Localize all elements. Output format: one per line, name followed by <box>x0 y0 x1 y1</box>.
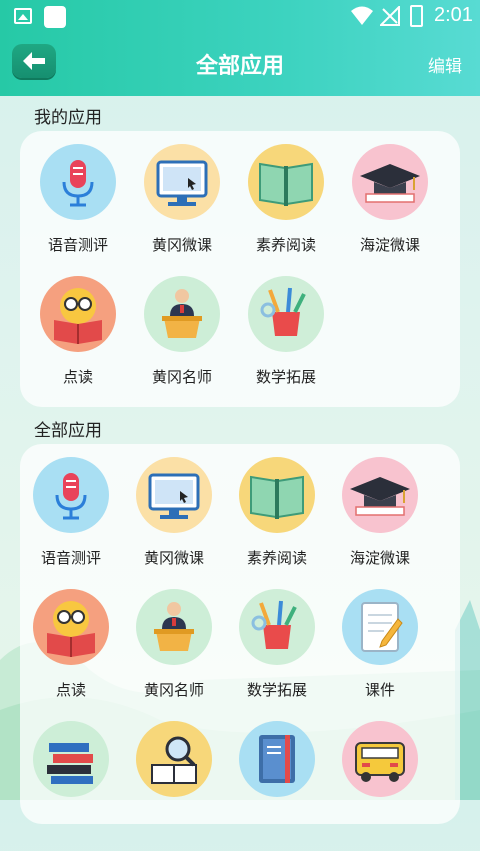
app-label: 数学拓展 <box>246 681 307 699</box>
app-icon-circle <box>136 457 212 533</box>
app-label: 海淀微课 <box>359 236 420 254</box>
monitor-icon <box>148 473 200 519</box>
app-tile[interactable]: 语音测评 <box>26 144 130 274</box>
app-icon-circle <box>33 721 109 797</box>
app-tile[interactable]: 课件 <box>328 589 432 719</box>
app-tile[interactable]: 点读 <box>26 276 130 406</box>
app-label: 点读 <box>55 681 86 699</box>
app-icon-circle <box>136 721 212 797</box>
header-bar: 2:01 全部应用 编辑 <box>0 0 480 96</box>
no-signal-icon <box>380 6 400 26</box>
status-time: 2:01 <box>434 4 473 26</box>
app-icon-circle <box>40 276 116 352</box>
app-icon-circle <box>40 144 116 220</box>
app-icon-circle <box>33 589 109 665</box>
app-icon-circle <box>144 276 220 352</box>
app-label: 黄冈名师 <box>151 368 212 386</box>
teacher-podium-icon <box>154 602 194 651</box>
app-icon-circle <box>352 144 428 220</box>
open-book-icon <box>250 475 304 519</box>
app-tile[interactable] <box>19 721 123 851</box>
book-stack-icon <box>47 743 93 784</box>
app-icon-circle <box>239 721 315 797</box>
app-tile[interactable]: 黄冈微课 <box>122 457 226 587</box>
app-icon-circle <box>239 457 315 533</box>
app-label: 黄冈名师 <box>143 681 204 699</box>
app-tile[interactable]: 海淀微课 <box>328 457 432 587</box>
notebook-icon <box>259 735 295 783</box>
app-icon-circle <box>342 721 418 797</box>
app-icon-circle <box>33 457 109 533</box>
app-label: 黄冈微课 <box>143 549 204 567</box>
app-label: 素养阅读 <box>246 549 307 567</box>
gallery-notification-icon <box>14 8 32 24</box>
app-icon-circle <box>144 144 220 220</box>
page-title: 全部应用 <box>195 54 284 79</box>
status-bar: 2:01 <box>0 0 480 32</box>
app-label: 点读 <box>62 368 93 386</box>
app-tile[interactable]: 语音测评 <box>19 457 123 587</box>
app-icon-circle <box>136 589 212 665</box>
app-tile[interactable]: 素养阅读 <box>225 457 329 587</box>
app-tile[interactable]: 数学拓展 <box>225 589 329 719</box>
open-book-icon <box>259 162 313 206</box>
reading-emoji-icon <box>54 288 102 344</box>
battery-icon <box>410 5 423 27</box>
pencil-cup-icon <box>251 600 297 649</box>
app-label: 数学拓展 <box>255 368 316 386</box>
app-icon-circle <box>342 589 418 665</box>
app-icon-circle <box>248 276 324 352</box>
microphone-icon <box>55 473 87 520</box>
app-icon-circle <box>248 144 324 220</box>
app-tile[interactable]: 素养阅读 <box>234 144 338 274</box>
all-apps-card: 语音测评 黄冈微课 素养阅读 海淀微课点读 黄冈名师 数学拓展 课件 <box>20 444 460 824</box>
school-bus-icon <box>355 742 405 782</box>
app-tile[interactable]: 黄冈名师 <box>130 276 234 406</box>
app-label: 海淀微课 <box>349 549 410 567</box>
all-apps-title: 全部应用 <box>34 421 102 441</box>
graduation-cap-icon <box>360 164 420 203</box>
app-label: 素养阅读 <box>255 236 316 254</box>
app-label: 课件 <box>364 681 395 699</box>
app-label: 语音测评 <box>47 236 108 254</box>
monitor-icon <box>156 160 208 206</box>
app-icon-circle <box>342 457 418 533</box>
app-icon-circle <box>239 589 315 665</box>
my-apps-title: 我的应用 <box>34 108 102 128</box>
pencil-cup-icon <box>260 287 306 336</box>
app-tile[interactable]: 海淀微课 <box>338 144 442 274</box>
microphone-icon <box>62 160 94 207</box>
app-tile[interactable]: 黄冈微课 <box>130 144 234 274</box>
my-apps-card: 语音测评 黄冈微课 素养阅读 海淀微课点读 黄冈名师 数学拓展 <box>20 131 460 407</box>
teacher-podium-icon <box>162 289 202 338</box>
book-magnifier-icon <box>151 736 197 784</box>
app-notification-icon <box>44 6 66 28</box>
notepad-icon <box>361 602 403 652</box>
reading-emoji-icon <box>47 601 95 657</box>
app-tile[interactable]: 黄冈名师 <box>122 589 226 719</box>
graduation-cap-icon <box>350 477 410 516</box>
app-tile[interactable]: 点读 <box>19 589 123 719</box>
app-tile[interactable] <box>328 721 432 851</box>
app-tile[interactable]: 数学拓展 <box>234 276 338 406</box>
app-tile[interactable] <box>225 721 329 851</box>
wifi-icon <box>351 6 373 25</box>
edit-button[interactable]: 编辑 <box>428 52 462 77</box>
app-tile[interactable] <box>122 721 226 851</box>
app-label: 黄冈微课 <box>151 236 212 254</box>
app-label: 语音测评 <box>40 549 101 567</box>
